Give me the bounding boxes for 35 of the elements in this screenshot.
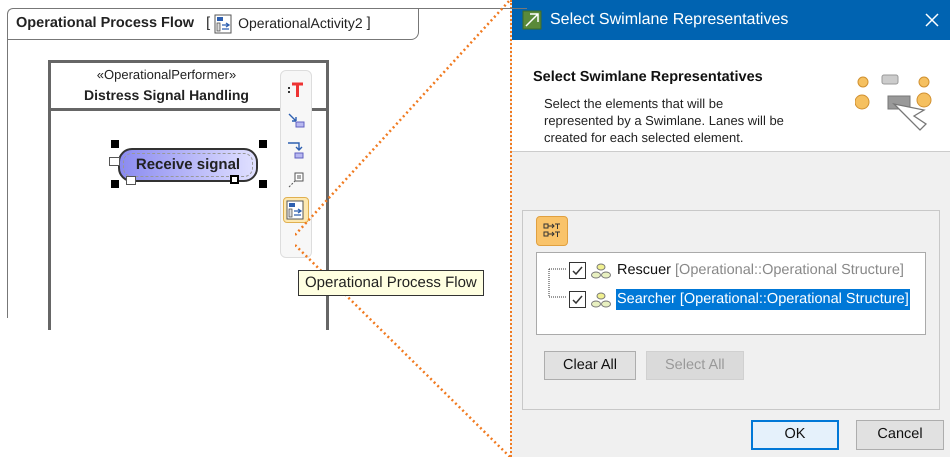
selection-handle[interactable] bbox=[259, 140, 267, 148]
performer-icon bbox=[590, 292, 612, 308]
selection-handle[interactable] bbox=[259, 180, 267, 188]
bracket-text: ] bbox=[366, 14, 371, 33]
checkbox[interactable] bbox=[569, 262, 586, 279]
performer-icon bbox=[590, 262, 612, 278]
action-node[interactable]: Receive signal bbox=[118, 148, 258, 182]
diagram-icon[interactable] bbox=[283, 197, 309, 223]
corner-handle[interactable] bbox=[126, 176, 136, 185]
stereotype-label: «OperationalPerformer» bbox=[96, 66, 236, 84]
diagram-name: OperationalActivity2 bbox=[238, 14, 363, 33]
tree-item[interactable]: Searcher [Operational::Operational Structure] bbox=[616, 288, 910, 310]
frame-title: Operational Process Flow bbox=[16, 14, 194, 33]
bracket-text: [ bbox=[206, 14, 210, 33]
close-icon[interactable] bbox=[924, 12, 940, 28]
activity-diagram-icon bbox=[214, 14, 234, 34]
dialog-heading: Select Swimlane Representatives bbox=[533, 68, 764, 87]
tooltip: Operational Process Flow bbox=[298, 270, 484, 296]
tree-connector bbox=[548, 268, 566, 298]
dialog-button[interactable]: Cancel bbox=[856, 420, 944, 450]
window-title: Select Swimlane Representatives bbox=[550, 10, 790, 30]
auto-arrange-icon[interactable] bbox=[536, 216, 568, 246]
ellipsis-handle[interactable] bbox=[109, 157, 120, 166]
app-icon bbox=[522, 10, 542, 30]
lane-name: Distress Signal Handling bbox=[84, 86, 249, 105]
checkbox[interactable] bbox=[569, 291, 586, 308]
dialog-description: Select the elements that will be represented by a Swimlane. Lanes will be created for each selected element. bbox=[543, 94, 785, 146]
selection-handle[interactable] bbox=[111, 180, 119, 188]
check-icon bbox=[571, 293, 584, 306]
selection-handle[interactable] bbox=[111, 140, 119, 148]
tree-item[interactable]: Rescuer [Operational::Operational Structure] bbox=[616, 260, 905, 282]
dialog-button[interactable]: OK bbox=[751, 420, 839, 450]
resize-handle[interactable] bbox=[230, 175, 239, 184]
check-icon bbox=[571, 264, 584, 277]
panel-button[interactable]: Clear All bbox=[544, 351, 636, 380]
